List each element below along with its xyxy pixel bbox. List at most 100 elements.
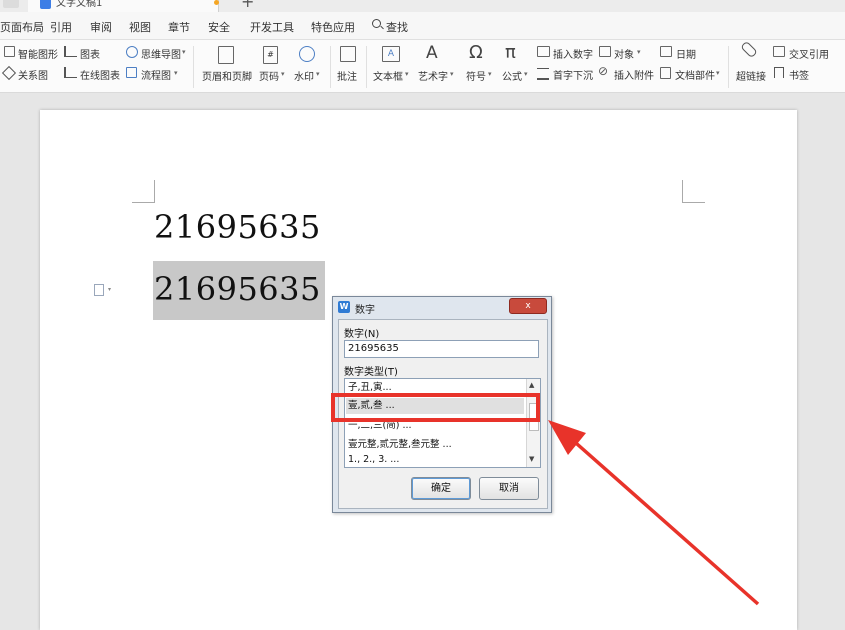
title-bar: 文字文稿1 + <box>0 0 845 12</box>
object-dropdown-icon[interactable]: ▾ <box>637 48 641 56</box>
scroll-down-arrow-icon[interactable]: ▼ <box>529 455 534 463</box>
drop-cap-icon <box>537 68 549 80</box>
word-art-icon: A <box>426 43 438 63</box>
symbol-dropdown-icon[interactable]: ▾ <box>488 70 492 78</box>
new-tab-button[interactable]: + <box>241 0 254 11</box>
ribbon-divider <box>728 46 729 88</box>
number-input[interactable]: 21695635 <box>344 340 539 358</box>
doc-parts-icon <box>660 67 671 79</box>
date-button[interactable]: 日期 <box>676 46 696 61</box>
search-icon[interactable] <box>372 19 381 28</box>
dialog-title-bar[interactable]: W 数字 x <box>333 297 551 317</box>
object-icon <box>599 46 611 57</box>
paperclip-icon: ⊘ <box>598 64 609 78</box>
menu-developer[interactable]: 开发工具 <box>250 19 294 35</box>
word-art-button[interactable]: 艺术字 <box>418 68 448 83</box>
text-box-icon: A <box>382 46 400 62</box>
menu-bar: 页面布局 引用 审阅 视图 章节 安全 开发工具 特色应用 查找 <box>0 12 845 40</box>
header-footer-icon <box>218 46 234 64</box>
online-chart-icon <box>64 67 77 78</box>
number-field-label: 数字(N) <box>344 329 380 340</box>
drop-cap-button[interactable]: 首字下沉 <box>553 67 593 82</box>
word-art-dropdown-icon[interactable]: ▾ <box>450 70 454 78</box>
wps-document-icon <box>40 0 51 9</box>
doc-parts-button[interactable]: 文档部件 <box>675 67 715 82</box>
menu-review[interactable]: 审阅 <box>90 19 112 35</box>
number-type-option[interactable]: 壹元整,贰元整,叁元整 ... <box>348 436 452 450</box>
flowchart-button[interactable]: 流程图 <box>141 67 171 82</box>
insert-attachment-button[interactable]: 插入附件 <box>614 67 654 82</box>
wps-logo-icon: W <box>338 301 350 313</box>
formula-dropdown-icon[interactable]: ▾ <box>524 70 528 78</box>
menu-chapter[interactable]: 章节 <box>168 19 190 35</box>
mind-map-dropdown-icon[interactable]: ▾ <box>182 48 186 56</box>
home-tab[interactable] <box>3 0 19 8</box>
bookmark-button[interactable]: 书签 <box>789 67 809 82</box>
menu-references[interactable]: 引用 <box>50 19 72 35</box>
menu-view[interactable]: 视图 <box>129 19 151 35</box>
cross-reference-button[interactable]: 交叉引用 <box>789 46 829 61</box>
ribbon-divider <box>366 46 367 88</box>
text-box-button[interactable]: 文本框 <box>373 68 403 83</box>
chart-button[interactable]: 图表 <box>80 46 100 61</box>
relation-graph-icon <box>1 65 17 81</box>
document-text-line-2-selected[interactable]: 21695635 <box>154 270 321 308</box>
text-box-dropdown-icon[interactable]: ▾ <box>405 70 409 78</box>
crop-mark-top-right <box>682 180 705 203</box>
insert-number-button[interactable]: 插入数字 <box>553 46 593 61</box>
watermark-button[interactable]: 水印 <box>294 68 314 83</box>
crop-mark-top-left <box>132 180 155 203</box>
ribbon-divider <box>330 46 331 88</box>
insert-ribbon: 智能图形 图表 思维导图 ▾ 关系图 在线图表 流程图 ▾ 页眉和页脚 # 页码… <box>0 40 845 93</box>
calendar-icon <box>660 46 672 57</box>
flowchart-icon <box>126 67 137 78</box>
omega-icon: Ω <box>469 42 483 63</box>
paragraph-layout-dropdown-icon[interactable]: ▾ <box>108 286 111 293</box>
mind-map-button[interactable]: 思维导图 <box>141 46 181 61</box>
paragraph-layout-icon[interactable] <box>94 284 104 296</box>
flowchart-dropdown-icon[interactable]: ▾ <box>174 69 178 77</box>
doc-parts-dropdown-icon[interactable]: ▾ <box>716 69 720 77</box>
document-tab-title: 文字文稿1 <box>56 0 103 9</box>
formula-button[interactable]: 公式 <box>502 68 522 83</box>
watermark-icon <box>299 46 315 62</box>
comment-icon <box>340 46 356 62</box>
number-type-option[interactable]: 子,丑,寅... <box>348 379 392 393</box>
symbol-button[interactable]: 符号 <box>466 68 486 83</box>
ribbon-divider <box>193 46 194 88</box>
mind-map-icon <box>126 46 138 58</box>
pi-icon: π <box>505 42 516 63</box>
object-button[interactable]: 对象 <box>614 46 634 61</box>
cross-reference-icon <box>773 46 785 57</box>
menu-page-layout[interactable]: 页面布局 <box>0 19 44 35</box>
dialog-close-button[interactable]: x <box>509 298 547 314</box>
ok-button[interactable]: 确定 <box>411 477 471 500</box>
dialog-title: 数字 <box>355 305 375 316</box>
page-number-icon: # <box>263 46 278 64</box>
relation-graph-button[interactable]: 关系图 <box>18 67 48 82</box>
hyperlink-button[interactable]: 超链接 <box>736 68 766 83</box>
bookmark-icon <box>774 67 784 78</box>
comment-button[interactable]: 批注 <box>337 68 357 83</box>
watermark-dropdown-icon[interactable]: ▾ <box>316 70 320 78</box>
menu-search[interactable]: 查找 <box>386 19 408 35</box>
unsaved-dot-icon <box>214 0 219 5</box>
document-text-line-1[interactable]: 21695635 <box>154 208 321 246</box>
annotation-highlight-box <box>331 393 540 422</box>
scroll-up-arrow-icon[interactable]: ▲ <box>529 381 534 389</box>
header-footer-button[interactable]: 页眉和页脚 <box>202 68 252 83</box>
number-type-option[interactable]: 1., 2., 3. ... <box>348 454 399 465</box>
insert-number-icon <box>537 46 550 57</box>
number-type-label: 数字类型(T) <box>344 367 398 378</box>
menu-special[interactable]: 特色应用 <box>311 19 355 35</box>
smart-shape-button[interactable]: 智能图形 <box>18 46 58 61</box>
chart-icon <box>64 46 77 57</box>
menu-security[interactable]: 安全 <box>208 19 230 35</box>
online-chart-button[interactable]: 在线图表 <box>80 67 120 82</box>
smart-shape-icon <box>4 46 15 57</box>
page-number-dropdown-icon[interactable]: ▾ <box>281 70 285 78</box>
link-icon <box>740 40 758 59</box>
cancel-button[interactable]: 取消 <box>479 477 539 500</box>
page-number-button[interactable]: 页码 <box>259 68 279 83</box>
number-type-list[interactable]: 子,丑,寅... 壹,贰,叁 ... 一,二,三(简) ... 壹元整,贰元整,… <box>344 378 541 468</box>
